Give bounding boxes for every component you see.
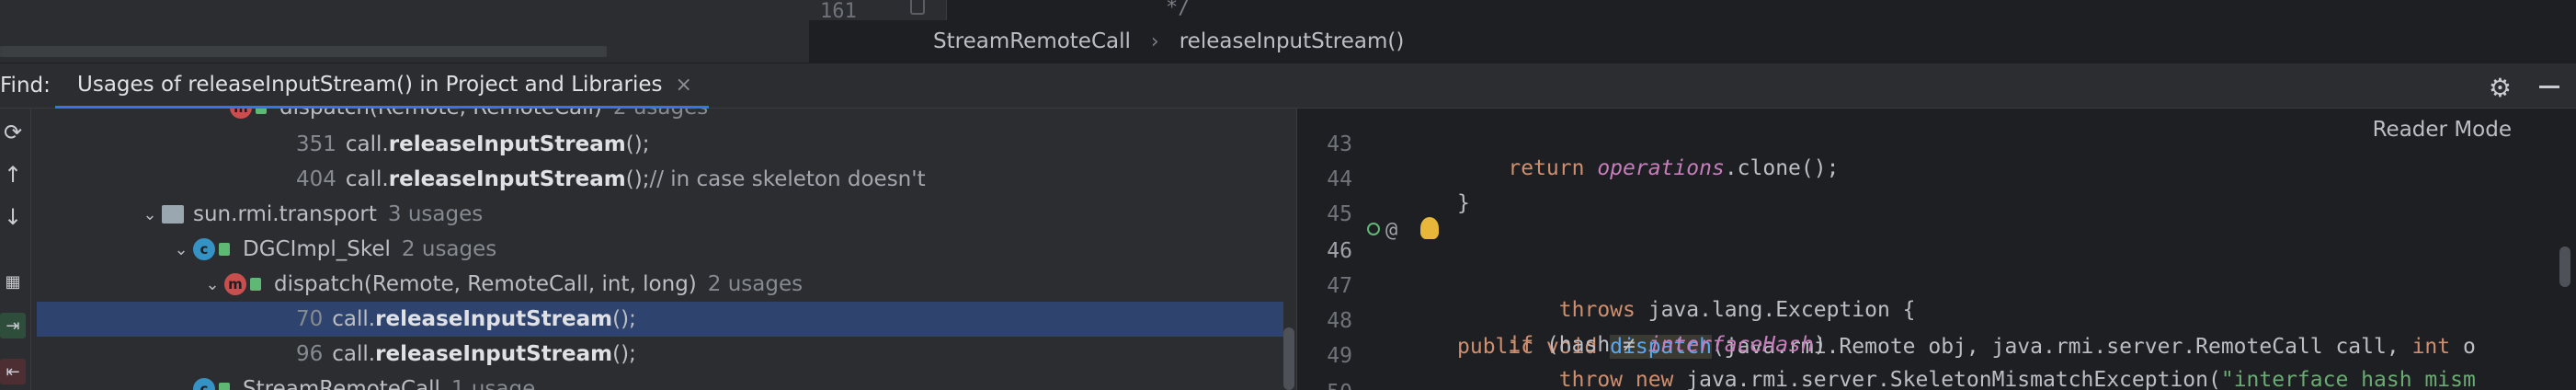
class-icon: c — [193, 238, 215, 260]
tab-usages[interactable]: Usages of releaseInputStream() in Projec… — [55, 63, 709, 109]
usage-row-selected[interactable]: 70 call. releaseInputStream (); — [37, 302, 1283, 337]
usage-method: releaseInputStream — [375, 342, 613, 366]
method-name: dispatch(Remote, RemoteCall) — [279, 109, 602, 120]
usage-count: 2 usages — [707, 272, 804, 296]
lock-icon — [219, 243, 230, 256]
usage-count: 2 usages — [613, 109, 708, 120]
breadcrumb-item-class[interactable]: StreamRemoteCall — [933, 29, 1131, 53]
top-editor-gutter: 161 — [809, 0, 947, 23]
usages-tree-panel: ⟳ ↑ ↓ ▦ ⇥ ⇤ m dispatch(Remote, RemoteCal… — [0, 109, 1296, 390]
usage-prefix: call. — [345, 132, 389, 156]
override-icon[interactable] — [1367, 223, 1380, 235]
code-editor[interactable]: 43 return operations.clone(); 44 } 45 46… — [1296, 109, 2576, 390]
tree-node-method[interactable]: ⌄ m dispatch(Remote, RemoteCall, int, lo… — [37, 267, 1283, 302]
tree-node-class[interactable]: ⌄ c DGCImpl_Skel 2 usages — [37, 232, 1283, 267]
method-icon: m — [224, 273, 246, 295]
breadcrumb-item-method[interactable]: releaseInputStream() — [1180, 29, 1405, 53]
arrow-down-icon[interactable]: ↓ — [0, 204, 26, 230]
usage-line-number: 96 — [296, 342, 324, 366]
package-name: sun.rmi.transport — [193, 202, 377, 226]
bulb-icon[interactable] — [1420, 217, 1439, 239]
class-icon: c — [193, 378, 215, 390]
find-label: Find: — [0, 74, 51, 98]
refresh-icon[interactable]: ⟳ — [0, 120, 26, 145]
method-name: dispatch(Remote, RemoteCall, int, long) — [274, 272, 697, 296]
class-name: DGCImpl_Skel — [243, 237, 391, 261]
usage-suffix: (); — [625, 132, 650, 156]
package-icon — [162, 205, 184, 224]
method-icon: m — [230, 109, 252, 119]
navigate-in-icon[interactable]: ⇥ — [0, 313, 26, 338]
group-icon[interactable]: ▦ — [0, 269, 26, 294]
usage-suffix: (); — [625, 167, 650, 191]
code-line[interactable]: 49 throw new java.rmi.server.SkeletonMis… — [1297, 320, 2576, 390]
code-line[interactable]: 48 if (hash ≠ interfaceHash) — [1297, 285, 2576, 357]
usage-prefix: call. — [332, 307, 376, 331]
usage-count: 1 usage — [450, 377, 536, 390]
minimize-icon[interactable] — [2539, 86, 2559, 88]
usage-method: releaseInputStream — [375, 307, 613, 331]
project-panel-strip — [0, 0, 809, 63]
chevron-down-icon[interactable]: ⌄ — [200, 275, 224, 294]
usage-prefix: call. — [332, 342, 376, 366]
code-line[interactable]: 50 — [1297, 357, 2576, 390]
lock-icon — [256, 109, 267, 114]
usage-line-number: 351 — [296, 132, 336, 156]
lock-icon — [250, 278, 261, 291]
tab-title: Usages of releaseInputStream() in Projec… — [77, 73, 663, 97]
horizontal-scrollbar[interactable] — [0, 46, 607, 57]
usage-method: releaseInputStream — [388, 132, 626, 156]
usage-line-number: 404 — [296, 167, 336, 191]
editor-scrollbar[interactable] — [2559, 247, 2570, 287]
usage-count: 3 usages — [387, 202, 484, 226]
usage-prefix: call. — [345, 167, 389, 191]
chevron-down-icon[interactable]: ⌄ — [169, 240, 193, 259]
code-line[interactable]: 45 — [1297, 178, 2576, 226]
usage-row[interactable]: 351 call. releaseInputStream (); — [37, 127, 1283, 162]
usage-line-number: 70 — [296, 307, 324, 331]
class-name: StreamRemoteCall — [243, 377, 440, 390]
line-number: 50 — [1316, 381, 1352, 390]
find-tool-window-header: Find: Usages of releaseInputStream() in … — [0, 63, 2576, 109]
usage-method: releaseInputStream — [388, 167, 626, 191]
reader-mode-button[interactable]: Reader Mode — [2373, 118, 2512, 142]
code-line[interactable]: 44 } — [1297, 143, 2576, 215]
tree-node-class[interactable]: ⌄ c StreamRemoteCall 1 usage — [37, 372, 1283, 390]
chevron-right-icon: › — [1150, 29, 1159, 53]
chevron-down-icon[interactable]: ⌄ — [169, 380, 193, 390]
annotation-icon: @ — [1385, 219, 1398, 242]
breadcrumb: StreamRemoteCall › releaseInputStream() — [809, 20, 2576, 63]
code-line-current[interactable]: 46 @ public void dispatch(java.rmi.Remot… — [1297, 215, 2576, 359]
arrow-up-icon[interactable]: ↑ — [0, 162, 26, 188]
navigate-out-icon[interactable]: ⇤ — [0, 359, 26, 384]
tree-scrollbar[interactable] — [1283, 327, 1294, 390]
chevron-down-icon[interactable]: ⌄ — [138, 205, 162, 224]
usage-count: 2 usages — [401, 237, 497, 261]
fold-icon[interactable] — [910, 0, 925, 15]
gear-icon[interactable]: ⚙ — [2489, 73, 2512, 103]
top-editor-code[interactable]: */ — [947, 0, 2576, 20]
usage-row[interactable]: 96 call. releaseInputStream (); — [37, 337, 1283, 372]
usage-row[interactable]: 404 call. releaseInputStream (); // in cas… — [37, 162, 1283, 197]
code-line[interactable]: 47 throws java.lang.Exception { — [1297, 250, 2576, 322]
find-toolbar: ⟳ ↑ ↓ ▦ ⇥ ⇤ — [0, 109, 31, 390]
lock-icon — [219, 383, 230, 390]
usage-suffix: (); — [612, 307, 636, 331]
usage-suffix: (); — [612, 342, 636, 366]
tree-node-method[interactable]: m dispatch(Remote, RemoteCall) 2 usages — [37, 109, 1283, 125]
comment-text: */ — [1166, 0, 1191, 19]
tree-node-package[interactable]: ⌄ sun.rmi.transport 3 usages — [37, 197, 1283, 232]
usage-comment: // in case skeleton doesn't — [649, 167, 926, 191]
close-icon[interactable]: × — [676, 74, 692, 97]
